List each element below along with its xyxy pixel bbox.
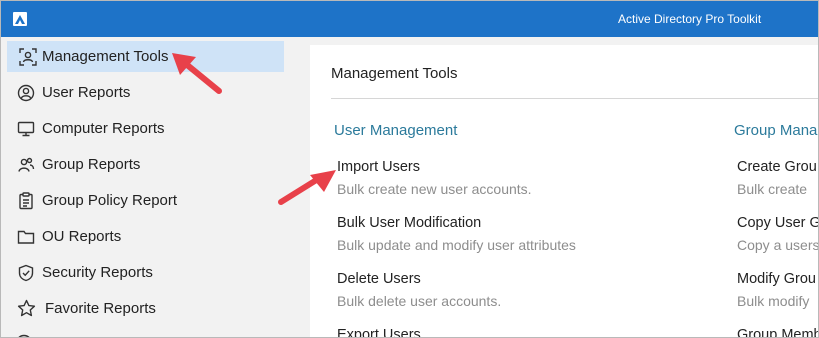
sidebar-item-label: Group Policy Report bbox=[42, 192, 178, 209]
window-title: Active Directory Pro Toolkit bbox=[618, 12, 762, 26]
tool-name[interactable]: Group Memb bbox=[737, 327, 818, 337]
tool-name[interactable]: Delete Users bbox=[337, 271, 501, 287]
tool-description: Copy a users bbox=[737, 237, 819, 253]
sidebar-item-security-reports[interactable]: Security Reports bbox=[7, 257, 284, 288]
sidebar-item-favorite-reports[interactable]: Favorite Reports bbox=[7, 293, 284, 324]
tool-name[interactable]: Create Grou bbox=[737, 159, 817, 175]
sidebar-item-management-tools[interactable]: Management Tools bbox=[7, 41, 284, 72]
sidebar-item-label: Computer Reports bbox=[42, 120, 165, 137]
monitor-icon bbox=[15, 118, 37, 140]
sidebar-item-group-policy-report[interactable]: Group Policy Report bbox=[7, 185, 284, 216]
star-icon bbox=[15, 298, 37, 320]
tool-bulk-user-modification[interactable]: Bulk User Modification Bulk update and m… bbox=[337, 215, 576, 253]
app-logo-icon bbox=[13, 12, 27, 26]
tool-description: Bulk create new user accounts. bbox=[337, 181, 532, 197]
folder-icon bbox=[15, 226, 37, 248]
tool-import-users[interactable]: Import Users Bulk create new user accoun… bbox=[337, 159, 532, 197]
sidebar-item-user-reports[interactable]: User Reports bbox=[7, 77, 284, 108]
sidebar-item-label: Favorite Reports bbox=[45, 300, 156, 317]
title-bar: Active Directory Pro Toolkit bbox=[1, 1, 818, 37]
sidebar-item-label: Security Reports bbox=[42, 264, 153, 281]
sidebar-item-label: Management Tools bbox=[42, 48, 169, 65]
sidebar-item-group-reports[interactable]: Group Reports bbox=[7, 149, 284, 180]
sidebar-item-ou-reports[interactable]: OU Reports bbox=[7, 221, 284, 252]
tool-description: Bulk delete user accounts. bbox=[337, 293, 502, 309]
page-title: Management Tools bbox=[331, 65, 458, 82]
tool-group-membership[interactable]: Group Memb bbox=[737, 327, 818, 337]
tool-name[interactable]: Modify Grou bbox=[737, 271, 816, 287]
sidebar-item-label: Group Reports bbox=[42, 156, 141, 173]
tool-delete-users[interactable]: Delete Users Bulk delete user accounts. bbox=[337, 271, 501, 309]
tool-modify-groups[interactable]: Modify Grou Bulk modify bbox=[737, 271, 816, 309]
tool-name[interactable]: Copy User G bbox=[737, 215, 818, 231]
user-icon bbox=[15, 82, 37, 104]
tool-export-users[interactable]: Export Users bbox=[337, 327, 421, 337]
app-window: Active Directory Pro Toolkit Management … bbox=[0, 0, 819, 338]
sidebar-next-item-icon bbox=[15, 334, 33, 337]
clipboard-icon bbox=[15, 190, 37, 212]
management-tools-icon bbox=[17, 46, 39, 68]
tool-description: Bulk modify bbox=[737, 293, 810, 309]
tool-create-groups[interactable]: Create Grou Bulk create bbox=[737, 159, 817, 197]
title-divider bbox=[331, 98, 818, 99]
tool-description: Bulk update and modify user attributes bbox=[337, 237, 576, 253]
tool-copy-user-groups[interactable]: Copy User G Copy a users bbox=[737, 215, 819, 253]
tool-description: Bulk create bbox=[737, 181, 808, 197]
sidebar-item-label: User Reports bbox=[42, 84, 131, 101]
tool-name[interactable]: Import Users bbox=[337, 159, 532, 175]
sidebar: Management Tools User Reports Computer R… bbox=[1, 37, 299, 337]
sidebar-item-label: OU Reports bbox=[42, 228, 122, 245]
section-title-user-management: User Management bbox=[334, 122, 458, 139]
section-title-group-management: Group Mana bbox=[734, 122, 818, 139]
shield-check-icon bbox=[15, 262, 37, 284]
tool-name[interactable]: Export Users bbox=[337, 327, 421, 337]
sidebar-item-computer-reports[interactable]: Computer Reports bbox=[7, 113, 284, 144]
tool-name[interactable]: Bulk User Modification bbox=[337, 215, 576, 231]
main-panel: Management Tools User Management Import … bbox=[310, 45, 819, 337]
group-icon bbox=[15, 154, 37, 176]
